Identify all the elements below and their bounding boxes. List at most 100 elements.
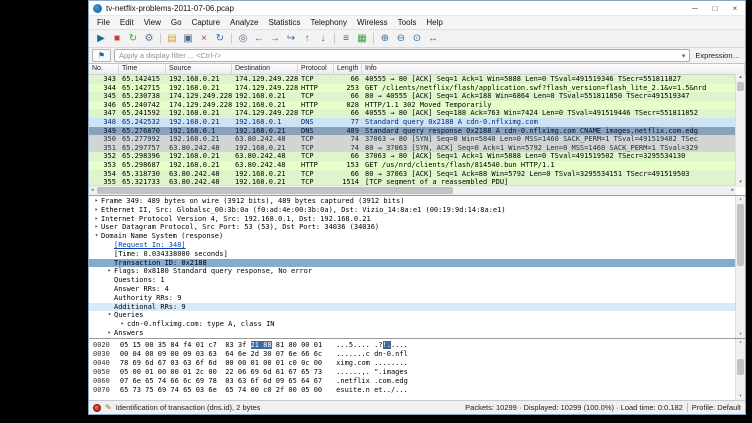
detail-line[interactable]: ▾Queries (89, 311, 745, 320)
hex-row[interactable]: 004078 69 6d 67 03 63 6f 6d 00 00 01 00 … (93, 359, 745, 368)
scroll-down-icon[interactable]: ▾ (736, 393, 745, 400)
column-header-destination[interactable]: Destination (232, 64, 298, 74)
menu-tools[interactable]: Tools (393, 18, 422, 27)
display-filter-input[interactable]: Apply a display filter ... <Ctrl-/> ▾ (114, 49, 690, 62)
packet-row-353[interactable]: 35365.298687192.168.0.2163.80.242.48HTTP… (89, 161, 745, 170)
detail-line[interactable]: [Request In: 348] (89, 241, 745, 250)
menu-analyze[interactable]: Analyze (225, 18, 263, 27)
scroll-down-icon[interactable]: ▾ (736, 331, 745, 338)
stop-capture-icon[interactable]: ■ (109, 32, 125, 46)
scroll-down-icon[interactable]: ▾ (736, 179, 745, 186)
hex-row[interactable]: 005005 00 01 00 00 01 2c 00 22 06 69 6d … (93, 368, 745, 377)
packet-row-351[interactable]: 35165.29775763.80.242.48192.168.0.21TCP7… (89, 144, 745, 153)
detail-line[interactable]: ▸Internet Protocol Version 4, Src: 192.1… (89, 215, 745, 224)
menu-view[interactable]: View (139, 18, 166, 27)
packet-row-345[interactable]: 34565.230738174.129.249.228192.168.0.21T… (89, 92, 745, 101)
column-header-protocol[interactable]: Protocol (298, 64, 334, 74)
bytes-vscrollbar[interactable]: ▴ ▾ (735, 339, 745, 400)
packet-row-354[interactable]: 35465.31873063.80.242.48192.168.0.21TCP6… (89, 170, 745, 179)
expert-info-icon[interactable] (93, 404, 101, 412)
reload-file-icon[interactable]: ↻ (212, 32, 228, 46)
detail-line[interactable]: Authority RRs: 9 (89, 294, 745, 303)
find-packet-icon[interactable]: ◎ (235, 32, 251, 46)
column-header-info[interactable]: Info (362, 64, 745, 74)
close-file-icon[interactable]: × (196, 32, 212, 46)
capture-comment-icon[interactable]: ✎ (105, 404, 112, 412)
filter-bookmark-icon[interactable]: ⚑ (92, 49, 111, 62)
capture-options-icon[interactable]: ⚙ (141, 32, 157, 46)
detail-line[interactable]: ▸cdn-0.nflximg.com: type A, class IN (89, 320, 745, 329)
column-header-time[interactable]: Time (119, 64, 166, 74)
menu-wireless[interactable]: Wireless (352, 18, 393, 27)
scrollbar-thumb[interactable] (737, 82, 744, 91)
menu-telephony[interactable]: Telephony (306, 18, 352, 27)
detail-line[interactable]: ▾Domain Name System (response) (89, 232, 745, 241)
hex-row[interactable]: 007065 73 75 69 74 65 03 6e 65 74 00 c0 … (93, 386, 745, 395)
collapse-icon[interactable]: ▾ (92, 232, 101, 241)
expand-icon[interactable]: ▸ (92, 215, 101, 224)
zoom-reset-icon[interactable]: ⊙ (409, 32, 425, 46)
hex-row[interactable]: 006007 6e 65 74 66 6c 69 78 03 63 6f 6d … (93, 377, 745, 386)
expand-icon[interactable]: ▸ (92, 223, 101, 232)
go-back-icon[interactable]: ← (251, 32, 267, 46)
detail-line[interactable]: ▸Answers (89, 329, 745, 338)
detail-line[interactable]: Answer RRs: 4 (89, 285, 745, 294)
scrollbar-thumb[interactable] (737, 204, 744, 266)
profile-label[interactable]: Profile: Default (692, 403, 741, 412)
menu-edit[interactable]: Edit (115, 18, 139, 27)
filter-dropdown-icon[interactable]: ▾ (682, 52, 686, 60)
menu-help[interactable]: Help (421, 18, 447, 27)
scroll-up-icon[interactable]: ▴ (736, 196, 745, 203)
expand-icon[interactable]: ▸ (105, 329, 114, 338)
menu-capture[interactable]: Capture (187, 18, 225, 27)
packet-row-352[interactable]: 35265.298396192.168.0.2163.80.242.48TCP6… (89, 152, 745, 161)
menu-go[interactable]: Go (166, 18, 187, 27)
column-header-source[interactable]: Source (166, 64, 232, 74)
open-file-icon[interactable]: ▤ (164, 32, 180, 46)
packet-row-347[interactable]: 34765.241592192.168.0.21174.129.249.228T… (89, 109, 745, 118)
detail-line[interactable]: ▸Flags: 0x8180 Standard query response, … (89, 267, 745, 276)
hex-row[interactable]: 002005 15 00 35 84 f4 01 c7 83 3f 21 88 … (93, 341, 745, 350)
detail-line[interactable]: Questions: 1 (89, 276, 745, 285)
detail-line[interactable]: ▸Frame 349: 489 bytes on wire (3912 bits… (89, 197, 745, 206)
resize-columns-icon[interactable]: ↔ (425, 32, 441, 46)
scroll-up-icon[interactable]: ▴ (736, 339, 745, 346)
details-vscrollbar[interactable]: ▴ ▾ (735, 196, 745, 338)
menu-statistics[interactable]: Statistics (264, 18, 306, 27)
scrollbar-thumb[interactable] (737, 359, 744, 375)
zoom-in-icon[interactable]: ⊕ (377, 32, 393, 46)
packet-row-344[interactable]: 34465.142715192.168.0.21174.129.249.228H… (89, 84, 745, 93)
packet-row-349[interactable]: 34965.276870192.168.0.1192.168.0.21DNS48… (89, 127, 745, 136)
column-header-no[interactable]: No. (89, 64, 119, 74)
detail-line[interactable]: [Time: 0.034338000 seconds] (89, 250, 745, 259)
scroll-left-icon[interactable]: ◂ (91, 186, 94, 195)
expand-icon[interactable]: ▸ (92, 197, 101, 206)
expand-icon[interactable]: ▸ (105, 267, 114, 276)
autoscroll-icon[interactable]: ≡ (338, 32, 354, 46)
detail-line[interactable]: ▸User Datagram Protocol, Src Port: 53 (5… (89, 223, 745, 232)
save-file-icon[interactable]: ▣ (180, 32, 196, 46)
maximize-button[interactable]: □ (705, 1, 725, 15)
menu-file[interactable]: File (92, 18, 115, 27)
go-to-packet-icon[interactable]: ↪ (283, 32, 299, 46)
hex-row[interactable]: 003000 04 00 09 00 09 03 63 64 6e 2d 30 … (93, 350, 745, 359)
colorize-icon[interactable]: ▦ (354, 32, 370, 46)
close-button[interactable]: × (725, 1, 745, 15)
scroll-up-icon[interactable]: ▴ (736, 74, 745, 81)
last-packet-icon[interactable]: ↓ (315, 32, 331, 46)
packet-row-346[interactable]: 34665.240742174.129.249.228192.168.0.21H… (89, 101, 745, 110)
detail-line[interactable]: Transaction ID: 0x2188 (89, 259, 745, 268)
minimize-button[interactable]: ─ (685, 1, 705, 15)
start-capture-icon[interactable]: ▶ (93, 32, 109, 46)
scrollbar-thumb[interactable] (97, 187, 453, 194)
expand-icon[interactable]: ▸ (118, 320, 127, 329)
go-forward-icon[interactable]: → (267, 32, 283, 46)
zoom-out-icon[interactable]: ⊖ (393, 32, 409, 46)
column-header-length[interactable]: Length (334, 64, 362, 74)
detail-line[interactable]: Additional RRs: 9 (89, 303, 745, 312)
expand-icon[interactable]: ▸ (92, 206, 101, 215)
packet-list-hscrollbar[interactable]: ◂ ▸ (89, 185, 736, 195)
packet-row-343[interactable]: 34365.142415192.168.0.21174.129.249.228T… (89, 75, 745, 84)
packet-list-vscrollbar[interactable]: ▴ ▾ (735, 74, 745, 186)
packet-row-348[interactable]: 34865.242532192.168.0.21192.168.0.1DNS77… (89, 118, 745, 127)
